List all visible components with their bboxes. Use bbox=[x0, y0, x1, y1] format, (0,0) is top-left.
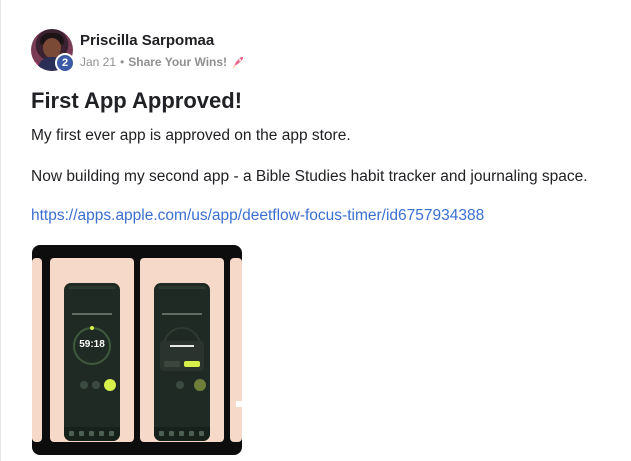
modal-button-secondary bbox=[164, 361, 180, 367]
timer-readout: 59:18 bbox=[79, 339, 105, 350]
control-reset bbox=[80, 381, 88, 389]
control-reset bbox=[176, 381, 184, 389]
preview-slot-right bbox=[230, 258, 242, 442]
meta-separator: • bbox=[120, 55, 125, 69]
control-skip bbox=[92, 381, 100, 389]
preview-scroll-indicator bbox=[236, 401, 242, 407]
modal-button-primary bbox=[184, 361, 200, 367]
preview-slot-2 bbox=[140, 258, 224, 442]
author-name[interactable]: Priscilla Sarpomaa bbox=[80, 32, 214, 49]
post-card: 2 Priscilla Sarpomaa Jan 21 • Share Your… bbox=[0, 0, 631, 461]
phone-label bbox=[162, 313, 202, 315]
rocket-icon bbox=[233, 57, 244, 68]
post-meta: Jan 21 • Share Your Wins! bbox=[80, 55, 245, 69]
category-link[interactable]: Share Your Wins! bbox=[128, 55, 227, 69]
phone-tab-bar bbox=[64, 427, 120, 441]
timer-ring-dot bbox=[90, 326, 94, 330]
phone-status-bar bbox=[158, 286, 206, 289]
preview-slot-1: 59:18 bbox=[50, 258, 134, 442]
task-completed-modal bbox=[160, 341, 204, 371]
control-play bbox=[194, 379, 206, 391]
link-preview-image[interactable]: 59:18 bbox=[32, 245, 242, 455]
phone-mockup-modal bbox=[154, 283, 210, 441]
phone-label bbox=[72, 313, 112, 315]
phone-tab-bar bbox=[154, 427, 210, 441]
phone-mockup-timer: 59:18 bbox=[64, 283, 120, 441]
app-store-link[interactable]: https://apps.apple.com/us/app/deetflow-f… bbox=[31, 207, 484, 225]
control-pause bbox=[104, 379, 116, 391]
preview-slot-left bbox=[32, 258, 42, 442]
level-badge: 2 bbox=[55, 53, 75, 73]
phone-status-bar bbox=[68, 286, 116, 289]
post-title: First App Approved! bbox=[31, 88, 243, 113]
post-paragraph-2: Now building my second app - a Bible Stu… bbox=[31, 168, 588, 185]
timer-ring: 59:18 bbox=[73, 326, 111, 365]
post-paragraph-1: My first ever app is approved on the app… bbox=[31, 127, 351, 144]
post-date[interactable]: Jan 21 bbox=[80, 55, 116, 69]
card-border bbox=[0, 0, 1, 461]
modal-title bbox=[170, 345, 194, 347]
